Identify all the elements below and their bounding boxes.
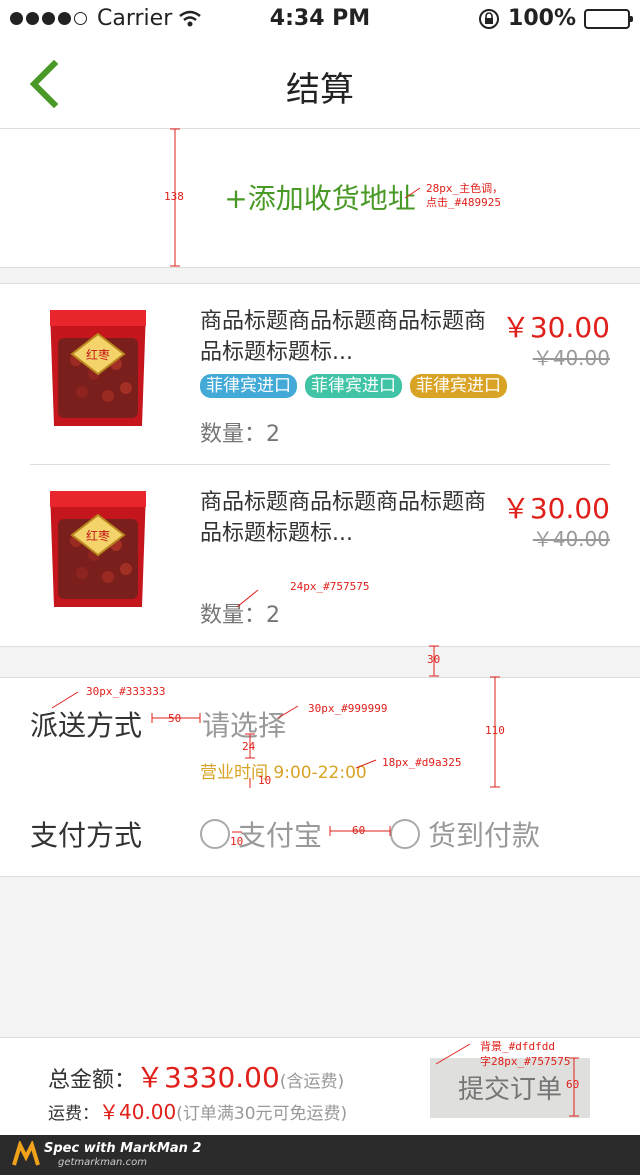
shipping-amount: ￥40.00 xyxy=(99,1100,177,1124)
origin-tag: 菲律宾进口 xyxy=(200,374,297,398)
shipping-note: (订单满30元可免运费) xyxy=(176,1104,348,1124)
nav-bar: 结算 xyxy=(0,40,640,129)
total-label: 总金额： xyxy=(48,1068,137,1093)
annotation-hours-note: 18px_#d9a325 xyxy=(382,756,462,769)
markman-site: getmarkman.com xyxy=(58,1157,147,1168)
annotation-submit-note: 字28px_#757575 xyxy=(480,1055,571,1068)
business-hours: 营业时间 9:00-22:00 xyxy=(200,763,367,783)
delivery-label: 派送方式 xyxy=(30,709,143,742)
annotation-delivery-height: 110 xyxy=(485,724,505,737)
goods-old-price: ￥40.00 xyxy=(532,527,610,551)
add-address-button[interactable]: +添加收货地址 xyxy=(0,177,640,217)
goods-price: ￥30.00 xyxy=(501,311,610,344)
annotation-gap: 10 xyxy=(258,774,272,787)
delivery-select[interactable]: 请选择 xyxy=(202,704,286,744)
payment-section: 支付方式 支付宝 货到付款 xyxy=(0,788,640,877)
goods-quantity: 数量：2 xyxy=(200,603,280,628)
annotation-submit-height: 60 xyxy=(566,1078,580,1091)
payment-option-label: 支付宝 xyxy=(238,819,323,852)
address-section[interactable]: +添加收货地址 xyxy=(0,129,640,268)
origin-tag: 菲律宾进口 xyxy=(410,374,507,398)
page-title: 结算 xyxy=(286,70,354,110)
shipping-line: 运费：￥40.00(订单满30元可免运费) xyxy=(48,1096,347,1125)
markman-bar: Spec with MarkMan 2 getmarkman.com xyxy=(0,1135,640,1175)
product-image: 红枣 xyxy=(46,485,150,613)
radio-icon[interactable] xyxy=(390,819,420,849)
payment-option-label: 货到付款 xyxy=(428,819,541,852)
goods-item[interactable]: 红枣 商品标题商品标题商品标题商品标题标题标... ￥30.00 ￥40.00 … xyxy=(0,284,640,464)
radio-icon[interactable] xyxy=(200,819,230,849)
annotation-gap: 24 xyxy=(242,740,256,753)
annotation-address-note: 点击_#489925 xyxy=(426,196,501,209)
annotation-gap: 50 xyxy=(168,712,182,725)
annotation-gap: 60 xyxy=(352,824,366,837)
markman-title: Spec with MarkMan 2 xyxy=(44,1141,202,1156)
annotation-gap: 10 xyxy=(230,835,244,848)
goods-old-price: ￥40.00 xyxy=(532,346,610,370)
total-note: (含运费) xyxy=(279,1072,345,1092)
product-logo-text: 红枣 xyxy=(86,528,110,543)
status-right: 100% xyxy=(478,6,633,31)
annotation-address-height: 138 xyxy=(164,190,184,203)
goods-price: ￥30.00 xyxy=(501,492,610,525)
origin-tag: 菲律宾进口 xyxy=(305,374,402,398)
status-bar: Carrier 4:34 PM 100% xyxy=(0,0,640,40)
markman-logo-icon xyxy=(12,1141,40,1166)
goods-title: 商品标题商品标题商品标题商品标题标题标... xyxy=(200,309,487,365)
goods-title: 商品标题商品标题商品标题商品标题标题标... xyxy=(200,490,487,546)
annotation-placeholder-note: 30px_#999999 xyxy=(308,702,388,715)
rotation-lock-icon xyxy=(479,8,500,29)
battery-percent: 100% xyxy=(508,6,576,31)
annotation-delivery-label-note: 30px_#333333 xyxy=(86,685,166,698)
payment-option-cod[interactable]: 货到付款 xyxy=(390,814,540,854)
product-image: 红枣 xyxy=(46,304,150,432)
goods-item[interactable]: 红枣 商品标题商品标题商品标题商品标题标题标... ￥30.00 ￥40.00 … xyxy=(0,465,640,645)
goods-quantity: 数量：2 xyxy=(200,422,280,447)
total-amount: ￥3330.00 xyxy=(136,1061,280,1094)
shipping-label: 运费： xyxy=(48,1104,99,1124)
battery-icon xyxy=(584,8,633,29)
annotation-qty-note: 24px_#757575 xyxy=(290,580,370,593)
total-line: 总金额：￥3330.00(含运费) xyxy=(48,1056,344,1096)
payment-option-alipay[interactable]: 支付宝 xyxy=(200,814,322,854)
annotation-submit-note: 背景_#dfdfdd xyxy=(480,1040,555,1053)
product-logo-text: 红枣 xyxy=(86,347,110,362)
annotation-gap: 30 xyxy=(427,653,441,666)
goods-tags: 菲律宾进口 菲律宾进口 菲律宾进口 xyxy=(200,374,507,398)
payment-label: 支付方式 xyxy=(30,819,143,852)
